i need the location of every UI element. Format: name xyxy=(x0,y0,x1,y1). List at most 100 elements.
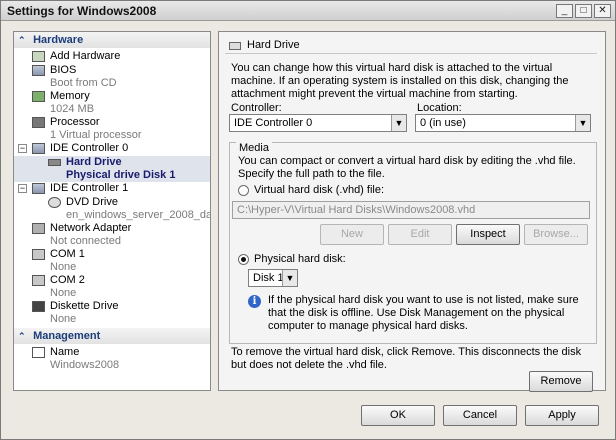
processor-icon xyxy=(32,117,45,128)
physical-disk-label[interactable]: Physical hard disk: xyxy=(254,253,346,265)
tree-item-ide-controller-0[interactable]: − IDE Controller 0 xyxy=(14,142,210,156)
tree-item-label: COM 2 xyxy=(50,274,85,286)
hardware-section-label: Hardware xyxy=(33,34,84,46)
tree-item-sub: Windows2008 xyxy=(50,359,120,371)
settings-window: Settings for Windows2008 _ □ ✕ ⌃ Hardwar… xyxy=(0,0,616,440)
dropdown-arrow-icon[interactable]: ▼ xyxy=(575,115,590,131)
media-label: Media xyxy=(236,142,272,154)
controller-label: Controller: xyxy=(231,102,282,114)
new-button[interactable]: New xyxy=(320,224,384,245)
tree-item-sub: Not connected xyxy=(50,235,121,247)
tree-item-diskette-drive[interactable]: Diskette Drive None xyxy=(14,300,210,326)
tree-item-bios[interactable]: BIOS Boot from CD xyxy=(14,64,210,90)
location-select[interactable]: 0 (in use) ▼ xyxy=(415,114,591,132)
hard-drive-icon xyxy=(229,42,241,50)
management-section-label: Management xyxy=(33,330,101,342)
diskette-icon xyxy=(32,301,45,312)
title-bar[interactable]: Settings for Windows2008 _ □ ✕ xyxy=(1,1,615,21)
add-hardware-icon xyxy=(32,51,45,62)
hardware-section-header[interactable]: ⌃ Hardware xyxy=(14,32,210,48)
location-value: 0 (in use) xyxy=(420,117,466,129)
tree-item-com1[interactable]: COM 1 None xyxy=(14,248,210,274)
tree-item-label: IDE Controller 0 xyxy=(50,142,129,154)
minimize-icon[interactable]: _ xyxy=(556,4,573,18)
dropdown-arrow-icon[interactable]: ▼ xyxy=(391,115,406,131)
com-port-icon xyxy=(32,249,45,260)
vhd-radio[interactable] xyxy=(238,185,249,196)
tree-item-label: Memory xyxy=(50,90,90,102)
edit-button[interactable]: Edit xyxy=(388,224,452,245)
tree-item-label: Diskette Drive xyxy=(50,300,119,312)
tree-item-name[interactable]: Name Windows2008 xyxy=(14,346,210,372)
physical-disk-value: Disk 1 xyxy=(253,272,284,284)
tree-item-sub: en_windows_server_2008_dat... xyxy=(66,209,211,221)
hard-drive-icon xyxy=(48,159,61,166)
pane-header: Hard Drive xyxy=(225,38,597,54)
tree-item-hard-drive[interactable]: Hard Drive Physical drive Disk 1 xyxy=(14,156,210,182)
tree-item-label: DVD Drive xyxy=(66,196,118,208)
collapse-toggle-icon[interactable]: − xyxy=(18,184,27,193)
bios-icon xyxy=(32,65,45,76)
window-title: Settings for Windows2008 xyxy=(7,4,157,18)
tree-item-memory[interactable]: Memory 1024 MB xyxy=(14,90,210,116)
tree-item-label: Add Hardware xyxy=(50,50,121,62)
tree-item-sub: None xyxy=(50,313,77,325)
memory-icon xyxy=(32,91,45,102)
ok-button[interactable]: OK xyxy=(361,405,435,426)
tree-item-add-hardware[interactable]: Add Hardware xyxy=(14,50,210,64)
tree-item-sub: None xyxy=(50,261,77,273)
tree-item-sub: 1 Virtual processor xyxy=(50,129,142,141)
location-label: Location: xyxy=(417,102,462,114)
maximize-icon[interactable]: □ xyxy=(575,4,592,18)
collapse-toggle-icon[interactable]: − xyxy=(18,144,27,153)
controller-select[interactable]: IDE Controller 0 ▼ xyxy=(229,114,407,132)
settings-tree: ⌃ Hardware Add Hardware BIOS Boot from C… xyxy=(13,31,211,391)
tree-item-dvd-drive[interactable]: DVD Drive en_windows_server_2008_dat... xyxy=(14,196,210,222)
tree-item-label: Name xyxy=(50,346,80,358)
management-section-header[interactable]: ⌃ Management xyxy=(14,328,210,344)
tree-item-label: Processor xyxy=(50,116,100,128)
tree-item-label: IDE Controller 1 xyxy=(50,182,129,194)
vhd-radio-label[interactable]: Virtual hard disk (.vhd) file: xyxy=(254,184,384,196)
media-group: Media You can compact or convert a virtu… xyxy=(229,142,597,344)
browse-button[interactable]: Browse... xyxy=(524,224,588,245)
ide-controller-icon xyxy=(32,183,45,194)
media-description: You can compact or convert a virtual har… xyxy=(238,155,576,180)
cancel-button[interactable]: Cancel xyxy=(443,405,517,426)
details-pane: Hard Drive You can change how this virtu… xyxy=(218,31,606,392)
controller-value: IDE Controller 0 xyxy=(234,117,313,129)
tree-item-label: Hard Drive xyxy=(66,156,122,168)
physical-disk-radio[interactable] xyxy=(238,254,249,265)
inspect-button[interactable]: Inspect xyxy=(456,224,520,245)
name-icon xyxy=(32,347,45,358)
info-icon: i xyxy=(248,295,261,308)
collapse-icon: ⌃ xyxy=(18,331,26,341)
info-text: If the physical hard disk you want to us… xyxy=(268,294,579,332)
remove-description: To remove the virtual hard disk, click R… xyxy=(231,346,582,371)
com-port-icon xyxy=(32,275,45,286)
tree-item-sub: 1024 MB xyxy=(50,103,95,115)
physical-disk-select[interactable]: Disk 1 ▼ xyxy=(248,269,298,287)
tree-item-processor[interactable]: Processor 1 Virtual processor xyxy=(14,116,210,142)
tree-item-network-adapter[interactable]: Network Adapter Not connected xyxy=(14,222,210,248)
vhd-path-value: C:\Hyper-V\Virtual Hard Disks\Windows200… xyxy=(237,204,476,216)
tree-item-label: COM 1 xyxy=(50,248,85,260)
dvd-drive-icon xyxy=(48,197,61,208)
dropdown-arrow-icon[interactable]: ▼ xyxy=(282,270,297,286)
ide-controller-icon xyxy=(32,143,45,154)
close-icon[interactable]: ✕ xyxy=(594,4,611,18)
tree-item-sub: Boot from CD xyxy=(50,77,117,89)
tree-item-com2[interactable]: COM 2 None xyxy=(14,274,210,300)
tree-item-label: Network Adapter xyxy=(50,222,132,234)
pane-title: Hard Drive xyxy=(247,39,300,51)
tree-item-ide-controller-1[interactable]: − IDE Controller 1 xyxy=(14,182,210,196)
tree-item-sub: Physical drive Disk 1 xyxy=(66,169,176,181)
pane-description: You can change how this virtual hard dis… xyxy=(231,62,569,100)
vhd-path-field[interactable]: C:\Hyper-V\Virtual Hard Disks\Windows200… xyxy=(232,201,590,219)
tree-item-sub: None xyxy=(50,287,77,299)
network-adapter-icon xyxy=(32,223,45,234)
remove-button[interactable]: Remove xyxy=(529,371,593,392)
apply-button[interactable]: Apply xyxy=(525,405,599,426)
tree-item-label: BIOS xyxy=(50,64,77,76)
collapse-icon: ⌃ xyxy=(18,35,26,45)
